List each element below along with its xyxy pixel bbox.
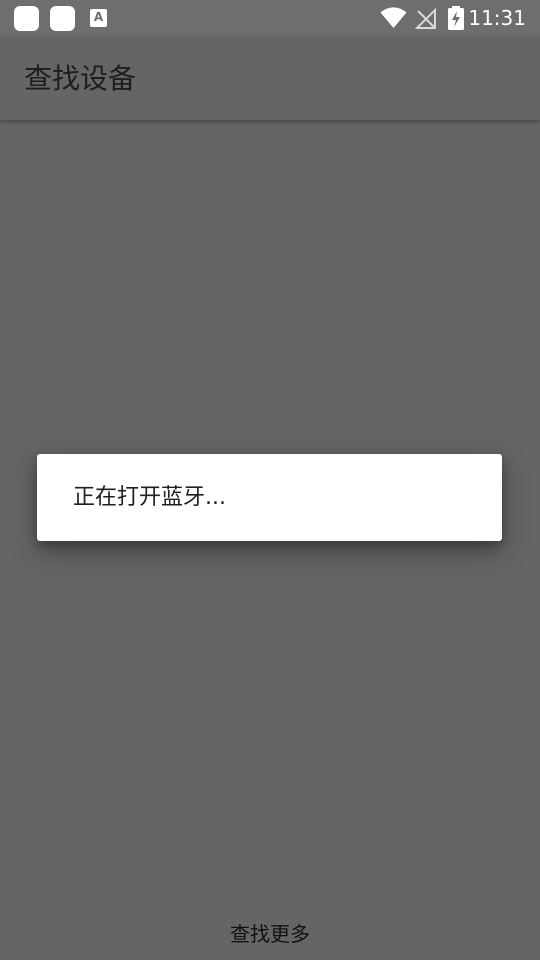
- app-notification-icon: [50, 6, 75, 31]
- app-notification-icon: [14, 6, 39, 31]
- find-more-button[interactable]: 查找更多: [170, 912, 370, 956]
- status-time: 11:31: [468, 6, 526, 30]
- page-title: 查找设备: [24, 62, 137, 95]
- dialog-message: 正在打开蓝牙...: [73, 485, 226, 510]
- battery-charging-icon: [448, 6, 464, 30]
- no-signal-icon: [415, 7, 436, 29]
- status-bar: A 11:31: [0, 0, 540, 36]
- wifi-icon: [380, 7, 407, 28]
- text-a-icon: A: [90, 9, 107, 27]
- app-bar: 查找设备: [0, 36, 540, 120]
- progress-dialog: 正在打开蓝牙...: [37, 454, 502, 541]
